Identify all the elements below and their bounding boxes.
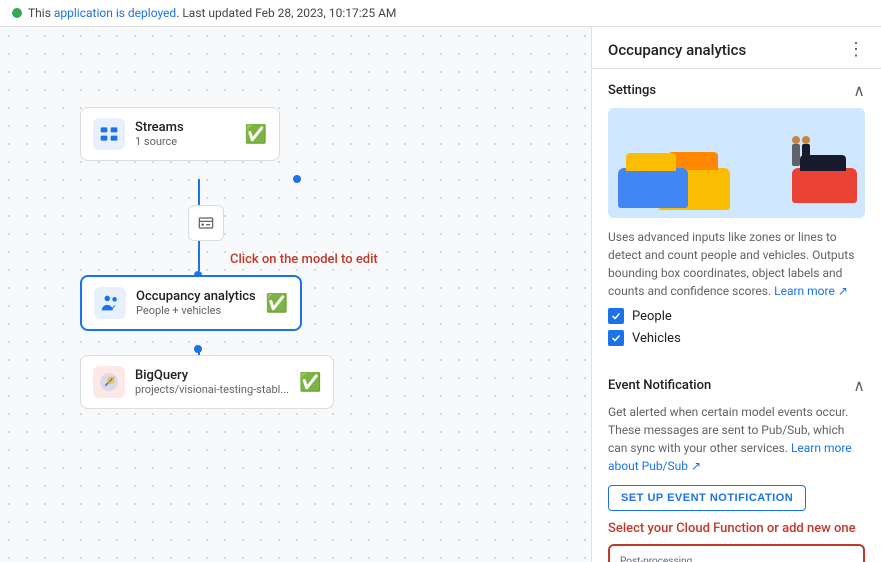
streams-subtitle: 1 source [135,135,235,148]
bigquery-title: BigQuery [135,368,289,383]
bigquery-icon [93,366,125,398]
streams-title: Streams [135,120,235,135]
occupancy-title: Occupancy analytics [136,289,256,304]
occupancy-check: ✅ [266,293,288,314]
pipeline-canvas[interactable]: Streams 1 source ✅ [0,27,591,562]
panel-header: Occupancy analytics ⋮ [592,27,881,69]
cloud-function-note: Select your Cloud Function or add new on… [608,521,865,536]
settings-description: Uses advanced inputs like zones or lines… [608,228,865,300]
person1 [802,144,810,168]
status-text: This application is deployed. Last updat… [28,6,396,20]
settings-image [608,108,865,218]
setup-event-btn[interactable]: SET UP EVENT NOTIFICATION [608,485,806,511]
car2 [792,168,857,203]
streams-info: Streams 1 source [135,120,235,148]
settings-chevron[interactable]: ∧ [853,81,865,100]
right-panel: Occupancy analytics ⋮ Settings ∧ Uses [591,27,881,562]
people-checkbox-row: People [608,308,865,324]
event-header: Event Notification ∧ [608,376,865,395]
post-processing-label: Post-processing [620,556,853,562]
occupancy-subtitle: People + vehicles [136,304,256,317]
bigquery-check: ✅ [299,372,321,393]
car1 [618,168,688,208]
illustration [608,108,865,218]
connector-dot-1 [293,175,301,183]
main-layout: Streams 1 source ✅ [0,27,881,562]
streams-check: ✅ [245,124,267,145]
event-chevron[interactable]: ∧ [853,376,865,395]
settings-title: Settings [608,83,656,98]
event-title: Event Notification [608,378,711,393]
bigquery-subtitle: projects/visionai-testing-stabl... [135,383,289,396]
bigquery-node[interactable]: BigQuery projects/visionai-testing-stabl… [80,355,334,409]
occupancy-icon [94,287,126,319]
person2 [792,144,800,166]
people-label: People [632,309,672,324]
bigquery-info: BigQuery projects/visionai-testing-stabl… [135,368,289,396]
event-section: Event Notification ∧ Get alerted when ce… [592,364,881,562]
model-icon-box [188,205,224,241]
event-description: Get alerted when certain model events oc… [608,403,865,475]
vehicles-checkbox[interactable] [608,330,624,346]
streams-icon [93,118,125,150]
people-checkbox[interactable] [608,308,624,324]
deployed-link[interactable]: application is deployed [54,6,176,20]
panel-title: Occupancy analytics [608,41,746,59]
vehicles-checkbox-row: Vehicles [608,330,865,346]
status-dot [12,8,22,18]
streams-node[interactable]: Streams 1 source ✅ [80,107,280,161]
post-processing-box: Post-processing pub-sub-test-mock-event … [608,544,865,562]
learn-more-link[interactable]: Learn more ↗ [774,284,848,298]
vehicles-label: Vehicles [632,331,681,346]
occupancy-node[interactable]: Occupancy analytics People + vehicles ✅ [80,275,302,331]
settings-section: Settings ∧ Uses advanced inputs like zon… [592,69,881,364]
settings-header: Settings ∧ [608,81,865,100]
canvas-annotation: Click on the model to edit [230,252,378,267]
connector-line-2 [198,241,200,271]
panel-menu-icon[interactable]: ⋮ [847,39,865,60]
occupancy-info: Occupancy analytics People + vehicles [136,289,256,317]
top-bar: This application is deployed. Last updat… [0,0,881,27]
